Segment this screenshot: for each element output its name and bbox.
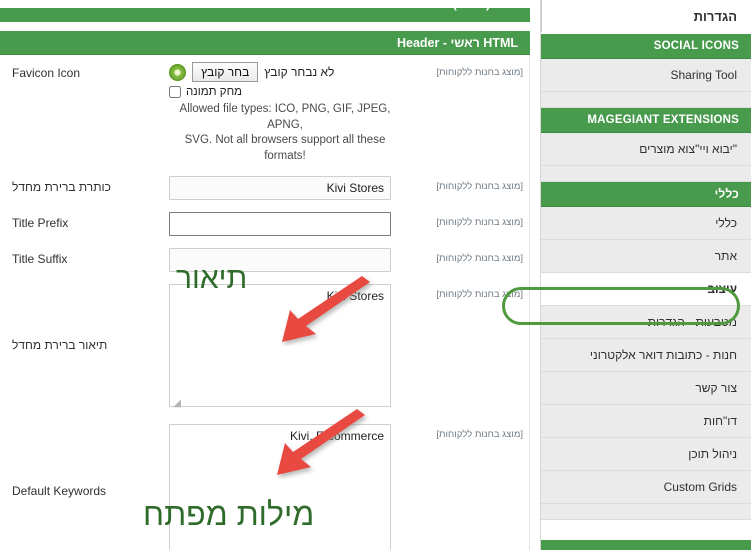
sidebar-spacer	[541, 504, 751, 520]
field-label-default-title: כותרת ברירת מחדל	[12, 180, 111, 195]
form-row-default-title: [מוצג בחנות ללקוחות] כותרת ברירת מחדל	[0, 170, 529, 206]
field-label-favicon: Favicon Icon	[12, 66, 81, 80]
sidebar-left-rail	[541, 0, 546, 32]
form-row-default-description: [מוצג בחנות ללקוחות] ◢ תיאור ברירת מחדל	[0, 278, 529, 418]
clipped-section-header: ראש (Head)	[0, 8, 530, 22]
sidebar-footer-bar	[541, 540, 751, 550]
kiwi-favicon-icon	[169, 63, 186, 81]
form-row-title-prefix: [מוצג בחנות ללקוחות] Title Prefix	[0, 206, 529, 242]
sidebar-item-import-export-products[interactable]: "יבוא ויי"צוא מוצרים	[541, 133, 751, 166]
choose-file-button[interactable]: בחר קובץ	[192, 62, 259, 82]
sidebar-title: הגדרות	[541, 0, 751, 34]
default-description-textarea[interactable]	[169, 284, 391, 408]
field-label-title-prefix: Title Prefix	[12, 216, 69, 231]
form-row-title-suffix: [מוצג בחנות ללקוחות] Title Suffix	[0, 242, 529, 278]
settings-sidebar: הגדרות SOCIAL ICONS Sharing Tool MAGEGIA…	[540, 0, 751, 550]
field-label-default-keywords: Default Keywords	[12, 484, 107, 499]
scope-label: [מוצג בחנות ללקוחות]	[436, 67, 523, 78]
clipped-section-header-label: ראש (Head)	[453, 8, 518, 11]
sidebar-item-web[interactable]: אתר	[541, 240, 751, 273]
favicon-allowed-types-note: Allowed file types: ICO, PNG, GIF, JPEG,…	[165, 102, 405, 164]
panel-header-label: HTML ראשי - Header	[396, 36, 518, 50]
delete-image-label[interactable]: מחק תמונה	[186, 86, 242, 98]
delete-image-checkbox[interactable]	[169, 86, 181, 98]
main-content-panel: ראש (Head) HTML ראשי - Header [מוצג בחנו…	[0, 0, 540, 550]
sidebar-section-general: כללי	[541, 182, 751, 207]
scope-label: [מוצג בחנות ללקוחות]	[436, 289, 523, 301]
title-suffix-field	[165, 248, 395, 273]
field-label-default-description: תיאור ברירת מחדל	[12, 338, 108, 353]
field-label-title-suffix: Title Suffix	[12, 252, 68, 267]
default-keywords-textarea[interactable]	[169, 424, 391, 550]
title-prefix-input[interactable]	[169, 212, 391, 237]
default-title-input[interactable]	[169, 176, 391, 201]
scope-label: [מוצג בחנות ללקוחות]	[436, 253, 523, 265]
sidebar-item-contacts[interactable]: צור קשר	[541, 372, 751, 405]
default-keywords-field	[165, 424, 395, 550]
sidebar-spacer	[541, 166, 751, 182]
sidebar-item-sharing-tool[interactable]: Sharing Tool	[541, 59, 751, 92]
file-status-text: לא נבחר קובץ	[264, 65, 335, 79]
sidebar-item-currency-setup[interactable]: מטבעות - הגדרות	[541, 306, 751, 339]
title-suffix-input[interactable]	[169, 248, 391, 273]
sidebar-section-social-icons: SOCIAL ICONS	[541, 34, 751, 59]
sidebar-item-reports[interactable]: דו"חות	[541, 405, 751, 438]
allowed-types-line-2: SVG. Not all browsers support all these …	[184, 134, 386, 162]
sidebar-item-custom-grids[interactable]: Custom Grids	[541, 471, 751, 504]
title-prefix-field	[165, 212, 395, 237]
favicon-field: בחר קובץ לא נבחר קובץ מחק תמונה Allowed …	[165, 62, 395, 164]
scope-label: [מוצג בחנות ללקוחות]	[436, 217, 523, 229]
form-row-default-keywords: [מוצג בחנות ללקוחות] Default Keywords	[0, 418, 529, 550]
sidebar-spacer	[541, 92, 751, 108]
favicon-upload-line: בחר קובץ לא נבחר קובץ	[169, 62, 391, 82]
sidebar-item-design[interactable]: עיצוב	[541, 273, 751, 306]
sidebar-item-general[interactable]: כללי	[541, 207, 751, 240]
scope-label: [מוצג בחנות ללקוחות]	[436, 429, 523, 441]
form-row-favicon: [מוצג בחנות ללקוחות] בחר קובץ לא נבחר קו…	[0, 56, 529, 170]
default-description-field: ◢	[165, 284, 395, 412]
favicon-delete-line: מחק תמונה	[169, 86, 391, 98]
scope-label: [מוצג בחנות ללקוחות]	[436, 181, 523, 193]
sidebar-item-store-email-addresses[interactable]: חנות - כתובות דואר אלקטרוני	[541, 339, 751, 372]
panel-header-html-head[interactable]: HTML ראשי - Header	[0, 31, 530, 55]
textarea-resize-handle[interactable]: ◢	[171, 399, 181, 409]
config-form: [מוצג בחנות ללקוחות] בחר קובץ לא נבחר קו…	[0, 56, 530, 550]
sidebar-item-content-management[interactable]: ניהול תוכן	[541, 438, 751, 471]
allowed-types-line-1: Allowed file types: ICO, PNG, GIF, JPEG,…	[179, 103, 391, 131]
sidebar-section-magegiant-extensions: MAGEGIANT EXTENSIONS	[541, 108, 751, 133]
default-title-field	[165, 176, 395, 201]
app-root: ראש (Head) HTML ראשי - Header [מוצג בחנו…	[0, 0, 751, 550]
